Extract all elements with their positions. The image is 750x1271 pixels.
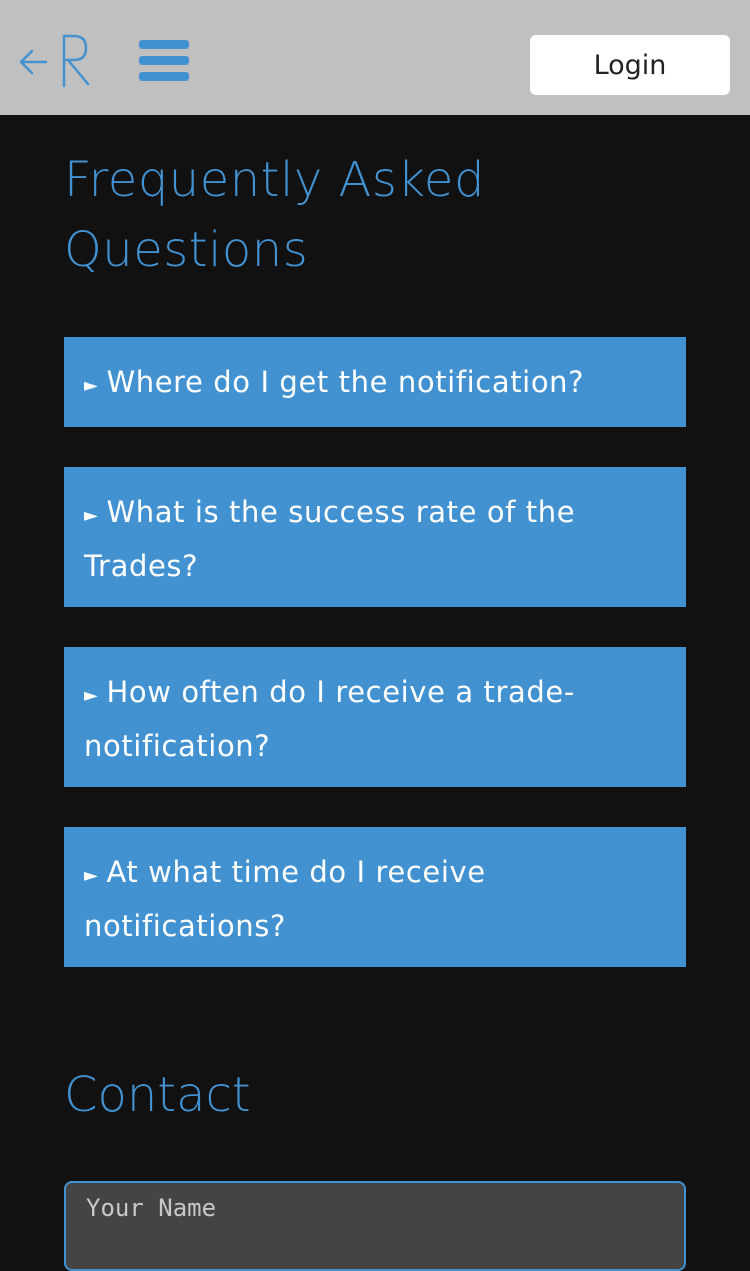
faq-item-notification-location[interactable]: ► Where do I get the notification? xyxy=(64,337,686,427)
faq-question: Where do I get the notification? xyxy=(106,365,585,399)
name-input[interactable] xyxy=(64,1181,686,1271)
expand-arrow-icon: ► xyxy=(84,375,99,396)
faq-heading: Frequently Asked Questions xyxy=(64,152,485,278)
menu-bar xyxy=(139,40,189,49)
faq-question: What is the success rate of the Trades? xyxy=(84,495,576,583)
faq-question: At what time do I receive notifications? xyxy=(84,855,486,943)
menu-bar xyxy=(139,72,189,81)
expand-arrow-icon: ► xyxy=(84,505,99,526)
menu-bar xyxy=(139,56,189,65)
faq-item-notification-time[interactable]: ► At what time do I receive notifications… xyxy=(64,827,686,967)
hamburger-menu-icon[interactable] xyxy=(139,40,189,82)
contact-heading: Contact xyxy=(64,1067,251,1123)
faq-question: How often do I receive a trade-notificat… xyxy=(84,675,575,763)
login-button[interactable]: Login xyxy=(530,35,730,95)
expand-arrow-icon: ► xyxy=(84,685,99,706)
faq-item-success-rate[interactable]: ► What is the success rate of the Trades? xyxy=(64,467,686,607)
faq-item-notification-frequency[interactable]: ► How often do I receive a trade-notifica… xyxy=(64,647,686,787)
logo-icon[interactable] xyxy=(18,32,92,88)
top-navigation-bar: Login xyxy=(0,0,750,115)
expand-arrow-icon: ► xyxy=(84,865,99,886)
